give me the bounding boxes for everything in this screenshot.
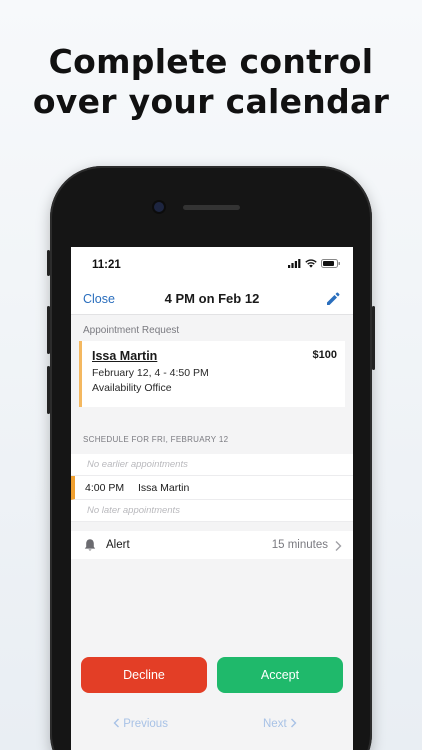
list-item: No later appointments bbox=[71, 500, 353, 522]
list-item: No earlier appointments bbox=[71, 454, 353, 476]
schedule-item-time: 4:00 PM bbox=[85, 482, 125, 494]
volume-up-button bbox=[47, 306, 50, 354]
no-later-label: No later appointments bbox=[87, 505, 180, 516]
accept-button[interactable]: Accept bbox=[217, 657, 343, 693]
schedule-item-name: Issa Martin bbox=[138, 482, 190, 494]
bell-icon bbox=[84, 539, 96, 551]
appointment-datetime: February 12, 4 - 4:50 PM bbox=[92, 367, 209, 379]
mute-switch bbox=[47, 250, 50, 276]
signal-icon bbox=[288, 259, 301, 268]
appointment-location: Availability Office bbox=[92, 382, 172, 394]
battery-icon bbox=[321, 259, 340, 268]
headline: Complete control over your calendar bbox=[0, 42, 422, 122]
volume-down-button bbox=[47, 366, 50, 414]
app-screen: 11:21 Close 4 PM on Feb 12 Appointment R… bbox=[71, 247, 353, 750]
schedule-item[interactable]: 4:00 PM Issa Martin bbox=[71, 476, 353, 500]
status-time: 11:21 bbox=[92, 259, 121, 271]
previous-label: Previous bbox=[123, 718, 168, 730]
status-icons bbox=[288, 259, 341, 268]
page-title: 4 PM on Feb 12 bbox=[164, 291, 260, 306]
status-bar: 11:21 bbox=[71, 247, 353, 283]
next-label: Next bbox=[263, 718, 287, 730]
no-earlier-label: No earlier appointments bbox=[87, 459, 188, 470]
headline-line-1: Complete control bbox=[48, 42, 374, 81]
schedule-header: SCHEDULE FOR FRI, FEBRUARY 12 bbox=[83, 435, 229, 444]
wifi-icon bbox=[305, 259, 317, 268]
chevron-left-icon bbox=[113, 718, 119, 728]
previous-button[interactable]: Previous bbox=[113, 718, 168, 730]
schedule-list: No earlier appointments 4:00 PM Issa Mar… bbox=[71, 454, 353, 522]
pencil-icon[interactable] bbox=[325, 291, 341, 307]
headline-line-2: over your calendar bbox=[32, 82, 390, 121]
front-camera bbox=[154, 202, 164, 212]
appointment-price: $100 bbox=[312, 349, 337, 361]
chevron-right-icon bbox=[335, 541, 342, 551]
chevron-right-icon bbox=[290, 718, 297, 728]
decline-button[interactable]: Decline bbox=[81, 657, 207, 693]
next-button[interactable]: Next bbox=[263, 718, 297, 730]
alert-label: Alert bbox=[106, 539, 130, 551]
phone-frame: 11:21 Close 4 PM on Feb 12 Appointment R… bbox=[47, 166, 375, 750]
power-button bbox=[372, 306, 375, 370]
nav-bar: Close 4 PM on Feb 12 bbox=[71, 283, 353, 315]
client-name-link[interactable]: Issa Martin bbox=[92, 349, 157, 363]
alert-row[interactable]: Alert 15 minutes bbox=[71, 531, 353, 559]
appointment-request-label: Appointment Request bbox=[83, 325, 180, 336]
alert-value: 15 minutes bbox=[271, 539, 328, 551]
appointment-request-card[interactable]: Issa Martin $100 February 12, 4 - 4:50 P… bbox=[79, 341, 345, 407]
earpiece-speaker bbox=[183, 205, 240, 210]
